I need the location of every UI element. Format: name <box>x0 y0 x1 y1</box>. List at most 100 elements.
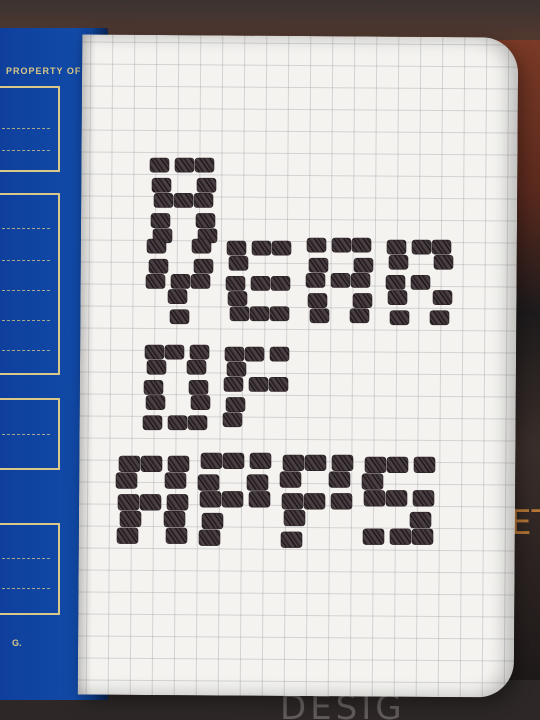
letter-e-stroke <box>229 306 250 322</box>
letter-p-stroke <box>331 454 354 472</box>
letter-p-stroke <box>279 471 302 488</box>
letter-a-stroke <box>165 527 188 544</box>
letter-o-stroke <box>189 344 210 360</box>
letter-a-stroke <box>353 257 374 273</box>
letter-a-stroke <box>193 193 214 208</box>
letter-y-stroke <box>191 238 212 254</box>
letter-r-stroke <box>386 239 407 255</box>
letter-y-stroke <box>169 309 190 325</box>
letter-e-stroke <box>225 276 246 291</box>
letter-f-stroke <box>244 346 265 362</box>
letter-p-stroke <box>283 509 306 527</box>
letter-p-stroke <box>281 493 304 510</box>
letter-s-stroke <box>413 456 436 474</box>
letter-a-stroke <box>330 273 351 288</box>
letter-a-stroke <box>167 455 190 473</box>
letter-a-stroke <box>166 494 189 511</box>
letter-a-stroke <box>139 494 162 511</box>
letter-f-stroke <box>222 412 243 428</box>
letter-o-stroke <box>144 344 165 360</box>
letter-a-stroke <box>349 308 370 324</box>
letter-p-stroke <box>222 452 245 470</box>
letter-a-stroke <box>305 273 326 288</box>
letter-p-stroke <box>199 491 222 508</box>
letter-a-stroke <box>308 257 329 273</box>
letter-r-stroke <box>432 290 453 305</box>
letter-r-stroke <box>429 310 450 326</box>
letter-o-stroke <box>142 415 163 431</box>
letter-a-stroke <box>352 293 373 308</box>
letter-s-stroke <box>409 511 432 529</box>
letter-p-stroke <box>248 491 271 508</box>
letter-o-stroke <box>146 359 167 375</box>
letter-a-stroke <box>151 177 172 193</box>
photo-scene: ETG DESIG PROPERTY OF: G. <box>0 0 540 720</box>
letter-s-stroke <box>362 528 385 545</box>
letter-a-stroke <box>307 293 328 308</box>
letter-f-stroke <box>223 377 244 392</box>
letter-a-stroke <box>331 237 352 253</box>
letter-a-stroke <box>153 193 174 208</box>
letter-s-stroke <box>361 473 384 490</box>
letter-y-stroke <box>170 274 191 289</box>
letter-a-stroke <box>116 527 139 544</box>
letter-a-stroke <box>173 193 194 208</box>
letter-p-stroke <box>280 531 303 548</box>
letter-f-stroke <box>224 346 245 362</box>
letter-e-stroke <box>251 240 272 256</box>
letter-p-stroke <box>304 454 327 472</box>
letter-r-stroke <box>431 239 452 255</box>
letter-e-stroke <box>226 240 247 256</box>
letter-s-stroke <box>412 490 435 507</box>
letter-r-stroke <box>385 275 406 290</box>
letter-a-stroke <box>194 157 215 173</box>
letter-r-stroke <box>389 310 410 326</box>
letter-y-stroke <box>145 274 166 289</box>
letter-p-stroke <box>282 454 305 472</box>
letter-r-stroke <box>387 290 408 305</box>
letter-a-stroke <box>163 510 186 528</box>
letter-o-stroke <box>143 380 164 395</box>
letter-y-stroke <box>193 258 214 274</box>
letter-e-stroke <box>249 306 270 322</box>
letter-a-stroke <box>309 308 330 324</box>
letter-s-stroke <box>363 490 386 507</box>
letter-s-stroke <box>386 456 409 474</box>
letter-a-stroke <box>115 472 138 489</box>
letter-a-stroke <box>306 237 327 253</box>
letter-f-stroke <box>268 377 289 392</box>
letter-p-stroke <box>198 529 221 546</box>
letter-a-stroke <box>164 472 187 489</box>
letter-a-stroke <box>150 213 171 228</box>
letter-a-stroke <box>174 157 195 173</box>
letter-p-stroke <box>249 452 272 470</box>
letter-s-stroke <box>364 456 387 474</box>
letter-a-stroke <box>119 510 142 528</box>
letter-o-stroke <box>187 415 208 431</box>
letter-p-stroke <box>303 493 326 510</box>
letter-r-stroke <box>388 254 409 270</box>
letter-o-stroke <box>164 344 185 360</box>
letter-e-stroke <box>270 276 291 291</box>
letter-y-stroke <box>167 289 188 304</box>
letter-a-stroke <box>149 157 170 173</box>
letter-y-stroke <box>146 238 167 254</box>
letter-a-stroke <box>140 455 163 473</box>
letter-s-stroke <box>389 528 412 545</box>
letter-a-stroke <box>195 213 216 228</box>
letter-p-stroke <box>201 512 224 530</box>
letter-o-stroke <box>188 380 209 395</box>
letter-f-stroke <box>269 346 290 362</box>
letter-p-stroke <box>197 474 220 491</box>
letter-p-stroke <box>330 493 353 510</box>
handwritten-title <box>115 157 454 548</box>
letter-p-stroke <box>246 474 269 491</box>
letter-y-stroke <box>190 274 211 289</box>
letter-f-stroke <box>226 361 247 377</box>
letter-p-stroke <box>221 491 244 508</box>
letter-o-stroke <box>190 395 211 410</box>
letter-e-stroke <box>228 255 249 271</box>
letter-a-stroke <box>351 237 372 253</box>
letter-s-stroke <box>411 528 434 545</box>
letter-s-stroke <box>385 490 408 507</box>
